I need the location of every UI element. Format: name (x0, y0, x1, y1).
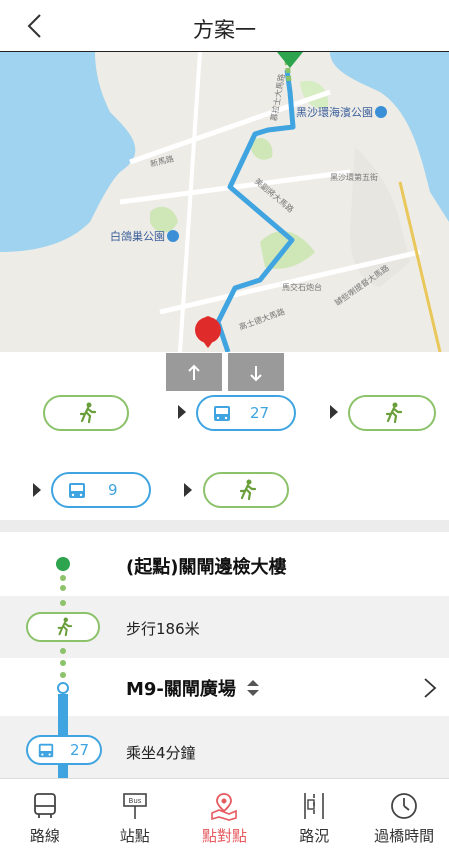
segment-arrow (330, 405, 338, 419)
walk-icon (57, 617, 73, 637)
bus-stop-name: M9-關閘廣場 (126, 679, 236, 700)
map-label-park-east: 黑沙環海濱公園 (296, 104, 387, 120)
arrow-up-icon (188, 364, 200, 380)
segment-walk-2[interactable] (348, 395, 436, 431)
segment-arrow (184, 483, 192, 497)
bus-stop-node (57, 682, 69, 694)
top-bar: 方案一 (0, 0, 449, 52)
timeline-dot (60, 585, 66, 591)
bus-icon (69, 483, 85, 498)
bus-route-icon (33, 793, 56, 818)
segment-walk-3[interactable] (203, 472, 289, 508)
segment-bus-9[interactable]: 9 (51, 472, 151, 508)
segment-walk-1[interactable] (43, 395, 129, 431)
nav-stops[interactable]: Bus 站點 (90, 779, 180, 852)
timeline-dot (60, 575, 66, 581)
traffic-icon (304, 793, 325, 819)
nav-point-to-point[interactable]: 點對點 (180, 779, 270, 852)
svg-text:Bus: Bus (128, 797, 141, 805)
ride-bus-badge: 27 (26, 735, 102, 765)
start-point-title: (起點)關閘邊檢大樓 (126, 557, 287, 578)
page-title: 方案一 (193, 18, 256, 42)
sort-icon (247, 680, 260, 696)
segment-arrow (33, 483, 41, 497)
bus-number: 27 (250, 404, 270, 422)
timeline-dot (60, 600, 66, 606)
nav-label: 路線 (29, 827, 60, 845)
section-divider (0, 520, 449, 532)
nav-label: 路況 (299, 827, 330, 845)
nav-label: 點對點 (201, 827, 247, 845)
nav-bridge-time[interactable]: 過橋時間 (359, 779, 449, 852)
walk-icon (79, 402, 97, 424)
segment-bus-27[interactable]: 27 (196, 395, 296, 431)
ride-step-text: 乘坐4分鐘 (126, 744, 196, 762)
move-up-button[interactable] (166, 353, 222, 391)
walk-step-text: 步行186米 (126, 620, 200, 638)
nav-label: 站點 (119, 827, 150, 845)
point-to-point-icon (211, 793, 238, 821)
start-point-icon (56, 557, 70, 571)
walk-icon (239, 479, 257, 501)
park-poi-icon (375, 106, 387, 118)
nav-traffic[interactable]: 路況 (269, 779, 359, 852)
park-poi-icon (167, 230, 179, 242)
bus-stop-icon: Bus (122, 793, 147, 819)
bus-number: 27 (70, 741, 90, 759)
clock-icon (391, 793, 417, 819)
map-label-road: 馬交石炮台 (282, 283, 322, 292)
map-label-park-west: 白鴿巢公園 (110, 228, 179, 244)
nav-label: 過橋時間 (374, 827, 435, 845)
chevron-right-icon (424, 678, 437, 698)
timeline-dot (60, 648, 66, 654)
bottom-navigation: 路線 Bus 站點 點對點 路況 過橋時間 (0, 778, 449, 852)
map-label-road: 黑沙環第五街 (330, 173, 378, 182)
walk-step-badge (26, 612, 100, 642)
map-canvas (0, 52, 449, 352)
move-down-button[interactable] (228, 353, 284, 391)
walk-icon (385, 402, 403, 424)
nav-routes[interactable]: 路線 (0, 779, 90, 852)
segment-arrow (178, 405, 186, 419)
bus-icon (38, 743, 54, 758)
end-pin-head (195, 317, 221, 343)
bus-icon (214, 406, 230, 421)
bus-number: 9 (108, 481, 118, 499)
bus-stop-title: M9-關閘廣場 (126, 675, 260, 701)
arrow-down-icon (250, 366, 262, 382)
route-map[interactable]: 黑沙環海濱公園 白鴿巢公園 新馬路 慕拉士大馬路 黑沙環第五街 美副將大馬路 馬… (0, 52, 449, 352)
